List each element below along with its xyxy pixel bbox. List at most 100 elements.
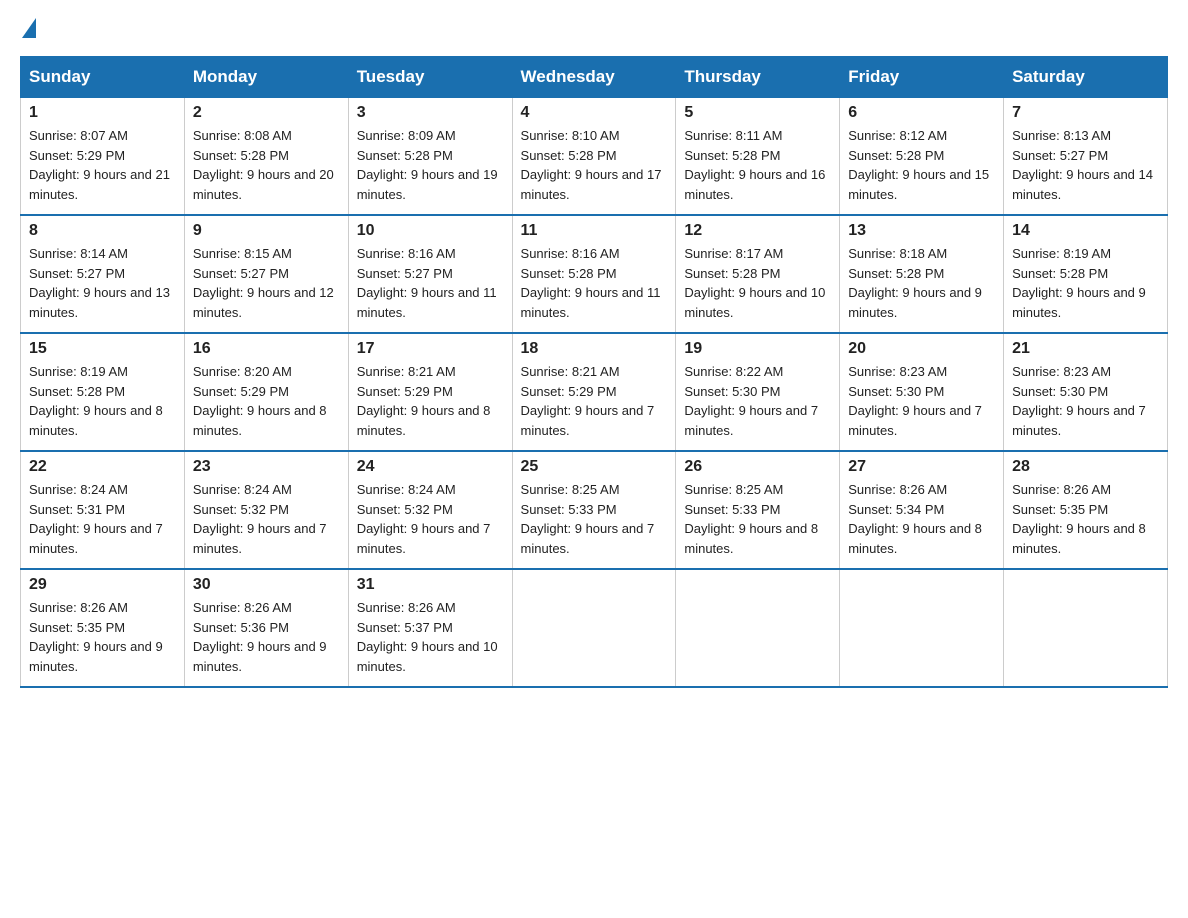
page-header xyxy=(20,20,1168,36)
calendar-cell: 11 Sunrise: 8:16 AMSunset: 5:28 PMDayligh… xyxy=(512,215,676,333)
column-header-wednesday: Wednesday xyxy=(512,57,676,98)
day-number: 26 xyxy=(684,458,831,476)
calendar-cell: 18 Sunrise: 8:21 AMSunset: 5:29 PMDayligh… xyxy=(512,333,676,451)
day-number: 5 xyxy=(684,104,831,122)
calendar-cell: 7Sunrise: 8:13 AMSunset: 5:27 PMDaylight… xyxy=(1004,98,1168,216)
day-number: 10 xyxy=(357,222,504,240)
calendar-cell: 12 Sunrise: 8:17 AMSunset: 5:28 PMDayligh… xyxy=(676,215,840,333)
day-info: Sunrise: 8:26 AMSunset: 5:37 PMDaylight:… xyxy=(357,598,504,676)
calendar-cell xyxy=(512,569,676,687)
calendar-cell: 31 Sunrise: 8:26 AMSunset: 5:37 PMDayligh… xyxy=(348,569,512,687)
day-number: 16 xyxy=(193,340,340,358)
column-header-saturday: Saturday xyxy=(1004,57,1168,98)
calendar-cell: 2 Sunrise: 8:08 AMSunset: 5:28 PMDaylight… xyxy=(184,98,348,216)
calendar-cell: 3 Sunrise: 8:09 AMSunset: 5:28 PMDaylight… xyxy=(348,98,512,216)
calendar-cell: 23Sunrise: 8:24 AMSunset: 5:32 PMDayligh… xyxy=(184,451,348,569)
day-number: 18 xyxy=(521,340,668,358)
calendar-week-row: 22Sunrise: 8:24 AMSunset: 5:31 PMDayligh… xyxy=(21,451,1168,569)
calendar-cell: 20 Sunrise: 8:23 AMSunset: 5:30 PMDayligh… xyxy=(840,333,1004,451)
day-number: 11 xyxy=(521,222,668,240)
calendar-cell xyxy=(676,569,840,687)
day-info: Sunrise: 8:23 AMSunset: 5:30 PMDaylight:… xyxy=(848,362,995,440)
day-info: Sunrise: 8:21 AMSunset: 5:29 PMDaylight:… xyxy=(521,362,668,440)
calendar-cell: 14 Sunrise: 8:19 AMSunset: 5:28 PMDayligh… xyxy=(1004,215,1168,333)
day-number: 20 xyxy=(848,340,995,358)
day-info: Sunrise: 8:18 AMSunset: 5:28 PMDaylight:… xyxy=(848,244,995,322)
day-number: 30 xyxy=(193,576,340,594)
day-info: Sunrise: 8:11 AMSunset: 5:28 PMDaylight:… xyxy=(684,126,831,204)
calendar-cell: 15 Sunrise: 8:19 AMSunset: 5:28 PMDayligh… xyxy=(21,333,185,451)
calendar-cell: 24 Sunrise: 8:24 AMSunset: 5:32 PMDayligh… xyxy=(348,451,512,569)
day-info: Sunrise: 8:25 AMSunset: 5:33 PMDaylight:… xyxy=(521,480,668,558)
day-info: Sunrise: 8:26 AMSunset: 5:34 PMDaylight:… xyxy=(848,480,995,558)
day-number: 6 xyxy=(848,104,995,122)
day-info: Sunrise: 8:17 AMSunset: 5:28 PMDaylight:… xyxy=(684,244,831,322)
calendar-cell: 5 Sunrise: 8:11 AMSunset: 5:28 PMDaylight… xyxy=(676,98,840,216)
calendar-table: SundayMondayTuesdayWednesdayThursdayFrid… xyxy=(20,56,1168,688)
calendar-cell: 16 Sunrise: 8:20 AMSunset: 5:29 PMDayligh… xyxy=(184,333,348,451)
calendar-cell: 1 Sunrise: 8:07 AMSunset: 5:29 PMDaylight… xyxy=(21,98,185,216)
day-number: 13 xyxy=(848,222,995,240)
day-info: Sunrise: 8:15 AMSunset: 5:27 PMDaylight:… xyxy=(193,244,340,322)
day-number: 12 xyxy=(684,222,831,240)
day-number: 8 xyxy=(29,222,176,240)
day-number: 27 xyxy=(848,458,995,476)
day-info: Sunrise: 8:19 AMSunset: 5:28 PMDaylight:… xyxy=(1012,244,1159,322)
day-number: 22 xyxy=(29,458,176,476)
logo-triangle-icon xyxy=(22,18,36,38)
calendar-cell: 4Sunrise: 8:10 AMSunset: 5:28 PMDaylight… xyxy=(512,98,676,216)
calendar-cell: 19 Sunrise: 8:22 AMSunset: 5:30 PMDayligh… xyxy=(676,333,840,451)
calendar-cell: 8 Sunrise: 8:14 AMSunset: 5:27 PMDaylight… xyxy=(21,215,185,333)
day-info: Sunrise: 8:12 AMSunset: 5:28 PMDaylight:… xyxy=(848,126,995,204)
day-info: Sunrise: 8:14 AMSunset: 5:27 PMDaylight:… xyxy=(29,244,176,322)
day-number: 29 xyxy=(29,576,176,594)
column-header-monday: Monday xyxy=(184,57,348,98)
day-number: 21 xyxy=(1012,340,1159,358)
logo xyxy=(20,20,36,36)
day-number: 24 xyxy=(357,458,504,476)
day-number: 2 xyxy=(193,104,340,122)
day-number: 25 xyxy=(521,458,668,476)
day-info: Sunrise: 8:09 AMSunset: 5:28 PMDaylight:… xyxy=(357,126,504,204)
calendar-cell: 9 Sunrise: 8:15 AMSunset: 5:27 PMDaylight… xyxy=(184,215,348,333)
day-number: 19 xyxy=(684,340,831,358)
day-number: 3 xyxy=(357,104,504,122)
day-info: Sunrise: 8:26 AMSunset: 5:35 PMDaylight:… xyxy=(1012,480,1159,558)
calendar-week-row: 1 Sunrise: 8:07 AMSunset: 5:29 PMDaylight… xyxy=(21,98,1168,216)
day-number: 15 xyxy=(29,340,176,358)
calendar-week-row: 15 Sunrise: 8:19 AMSunset: 5:28 PMDayligh… xyxy=(21,333,1168,451)
day-info: Sunrise: 8:16 AMSunset: 5:27 PMDaylight:… xyxy=(357,244,504,322)
calendar-week-row: 8 Sunrise: 8:14 AMSunset: 5:27 PMDaylight… xyxy=(21,215,1168,333)
calendar-cell xyxy=(1004,569,1168,687)
calendar-cell: 28 Sunrise: 8:26 AMSunset: 5:35 PMDayligh… xyxy=(1004,451,1168,569)
day-info: Sunrise: 8:16 AMSunset: 5:28 PMDaylight:… xyxy=(521,244,668,322)
day-number: 14 xyxy=(1012,222,1159,240)
day-number: 1 xyxy=(29,104,176,122)
day-info: Sunrise: 8:24 AMSunset: 5:32 PMDaylight:… xyxy=(357,480,504,558)
calendar-cell: 29Sunrise: 8:26 AMSunset: 5:35 PMDayligh… xyxy=(21,569,185,687)
day-number: 17 xyxy=(357,340,504,358)
calendar-week-row: 29Sunrise: 8:26 AMSunset: 5:35 PMDayligh… xyxy=(21,569,1168,687)
calendar-cell: 21Sunrise: 8:23 AMSunset: 5:30 PMDayligh… xyxy=(1004,333,1168,451)
day-info: Sunrise: 8:19 AMSunset: 5:28 PMDaylight:… xyxy=(29,362,176,440)
calendar-cell: 13 Sunrise: 8:18 AMSunset: 5:28 PMDayligh… xyxy=(840,215,1004,333)
calendar-cell: 17 Sunrise: 8:21 AMSunset: 5:29 PMDayligh… xyxy=(348,333,512,451)
column-header-sunday: Sunday xyxy=(21,57,185,98)
day-number: 7 xyxy=(1012,104,1159,122)
day-number: 9 xyxy=(193,222,340,240)
day-info: Sunrise: 8:20 AMSunset: 5:29 PMDaylight:… xyxy=(193,362,340,440)
day-info: Sunrise: 8:08 AMSunset: 5:28 PMDaylight:… xyxy=(193,126,340,204)
day-info: Sunrise: 8:26 AMSunset: 5:36 PMDaylight:… xyxy=(193,598,340,676)
calendar-cell: 10 Sunrise: 8:16 AMSunset: 5:27 PMDayligh… xyxy=(348,215,512,333)
day-number: 4 xyxy=(521,104,668,122)
day-number: 31 xyxy=(357,576,504,594)
day-info: Sunrise: 8:07 AMSunset: 5:29 PMDaylight:… xyxy=(29,126,176,204)
calendar-cell: 27 Sunrise: 8:26 AMSunset: 5:34 PMDayligh… xyxy=(840,451,1004,569)
day-info: Sunrise: 8:22 AMSunset: 5:30 PMDaylight:… xyxy=(684,362,831,440)
day-number: 28 xyxy=(1012,458,1159,476)
calendar-cell xyxy=(840,569,1004,687)
day-info: Sunrise: 8:25 AMSunset: 5:33 PMDaylight:… xyxy=(684,480,831,558)
calendar-cell: 26 Sunrise: 8:25 AMSunset: 5:33 PMDayligh… xyxy=(676,451,840,569)
day-info: Sunrise: 8:21 AMSunset: 5:29 PMDaylight:… xyxy=(357,362,504,440)
calendar-cell: 25 Sunrise: 8:25 AMSunset: 5:33 PMDayligh… xyxy=(512,451,676,569)
